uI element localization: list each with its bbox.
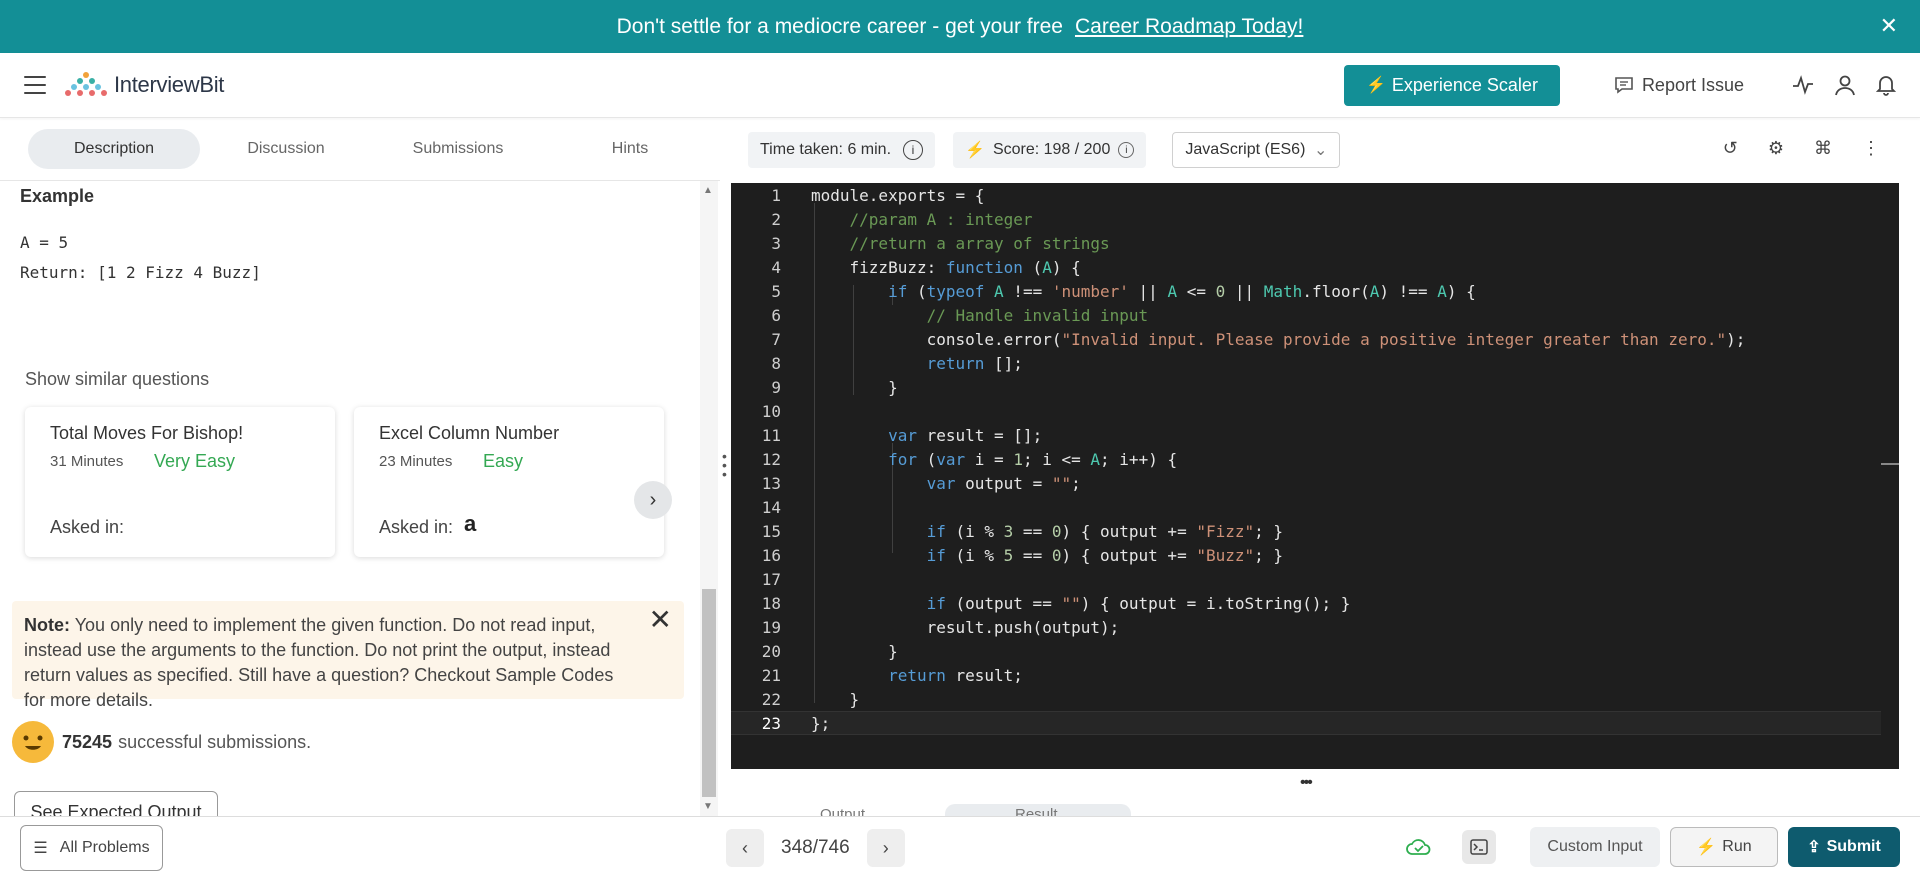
next-problem-button[interactable]: › <box>866 829 905 867</box>
output-resize-handle[interactable]: ••• <box>1300 774 1313 792</box>
career-roadmap-link[interactable]: Career Roadmap Today! <box>1075 15 1303 39</box>
editor-toolbar: Time taken: 6 min. i ⚡ Score: 198 / 200 … <box>730 118 1920 182</box>
code-editor[interactable]: 1 module.exports = { 2 //param A : intege… <box>731 183 1899 769</box>
example-input: A = 5 <box>20 233 69 252</box>
submission-label: successful submissions. <box>118 731 312 752</box>
similar-questions-label: Show similar questions <box>25 369 210 389</box>
tab-hints[interactable]: Hints <box>544 129 716 169</box>
run-button[interactable]: ⚡ Run <box>1670 827 1778 867</box>
similar-question-card[interactable]: Total Moves For Bishop! 31 Minutes Very … <box>25 407 335 557</box>
note-text: You only need to implement the given fun… <box>24 615 614 710</box>
list-icon: ☰ <box>33 840 48 857</box>
hamburger-menu-icon[interactable] <box>24 76 46 94</box>
tab-description[interactable]: Description <box>28 129 200 169</box>
interviewbit-logo[interactable]: InterviewBit <box>64 71 224 99</box>
time-taken: Time taken: 6 min. i <box>748 132 936 168</box>
custom-input-button[interactable]: Custom Input <box>1530 827 1660 867</box>
score: ⚡ Score: 198 / 200 i <box>953 132 1147 168</box>
example-output: Return: [1 2 Fizz 4 Buzz] <box>20 263 261 282</box>
example-title: Example <box>20 186 95 206</box>
experience-scaler-label: Experience Scaler <box>1391 74 1538 95</box>
bolt-icon: ⚡ <box>965 142 985 159</box>
problem-tabs: Description Discussion Submissions Hints <box>0 118 720 181</box>
problem-panel: Description Discussion Submissions Hints… <box>0 118 720 816</box>
carousel-next-button[interactable]: › <box>634 481 672 519</box>
tab-submissions[interactable]: Submissions <box>372 129 544 169</box>
time-taken-text: Time taken: 6 min. <box>760 141 892 158</box>
note-close-icon[interactable]: ✕ <box>649 606 672 634</box>
bolt-icon: ⚡ <box>1365 77 1386 94</box>
run-label: Run <box>1722 838 1752 855</box>
more-options-icon[interactable]: ⋮ <box>1862 138 1880 159</box>
amazon-logo-icon: a <box>464 511 477 536</box>
editor-actions: ↺ ⚙ ⌘ ⋮ <box>1693 138 1880 159</box>
card-asked-in: Asked in: <box>379 517 454 537</box>
success-count: 75245 successful submissions. <box>12 721 311 763</box>
score-info-icon[interactable]: i <box>1118 142 1135 158</box>
bolt-icon: ⚡ <box>1696 839 1717 856</box>
keyboard-shortcuts-icon[interactable]: ⌘ <box>1814 138 1832 159</box>
language-select[interactable]: JavaScript (ES6) ⌄ <box>1172 132 1341 168</box>
see-expected-output-button[interactable]: See Expected Output <box>14 791 218 816</box>
activity-icon[interactable] <box>1792 75 1814 95</box>
prev-problem-button[interactable]: ‹ <box>726 829 764 867</box>
output-panel-tabs: ••• Output Result <box>730 770 1898 824</box>
logo-text: InterviewBit <box>114 72 225 97</box>
all-problems-label: All Problems <box>59 839 150 856</box>
cloud-saved-icon <box>1406 837 1432 857</box>
card-time: 31 Minutes <box>50 453 124 470</box>
user-profile-icon[interactable] <box>1834 74 1856 96</box>
similar-question-card[interactable]: Excel Column Number 23 Minutes Easy Aske… <box>354 407 664 557</box>
submit-button[interactable]: ⇪ Submit <box>1788 827 1900 867</box>
language-value: JavaScript (ES6) <box>1185 141 1306 158</box>
banner-text: Don't settle for a mediocre career - get… <box>616 14 1063 38</box>
logo-mark-icon <box>65 72 107 96</box>
problem-content[interactable]: Example A = 5 Return: [1 2 Fizz 4 Buzz] … <box>0 181 700 816</box>
card-title: Excel Column Number <box>379 423 560 443</box>
chevron-down-icon: ⌄ <box>1313 142 1328 159</box>
note-label: Note: <box>24 615 70 635</box>
all-problems-button[interactable]: ☰ All Problems <box>20 825 163 871</box>
card-time: 23 Minutes <box>379 453 453 470</box>
editor-scrollbar[interactable] <box>1881 183 1899 769</box>
experience-scaler-button[interactable]: ⚡ Experience Scaler <box>1343 64 1560 106</box>
report-issue-button[interactable]: Report Issue <box>1614 75 1744 96</box>
info-icon[interactable]: i <box>903 140 924 160</box>
promo-banner: Don't settle for a mediocre career - get… <box>0 0 1920 53</box>
settings-icon[interactable]: ⚙ <box>1768 138 1784 159</box>
bottom-bar: ☰ All Problems ‹ 348/746 › Custom Input … <box>0 816 1920 880</box>
score-text: Score: 198 / 200 <box>992 141 1111 158</box>
reset-code-icon[interactable]: ↺ <box>1723 138 1738 159</box>
notification-bell-icon[interactable] <box>1876 74 1896 96</box>
card-asked-in: Asked in: <box>50 517 125 537</box>
submit-label: Submit <box>1826 838 1881 855</box>
editor-panel: Time taken: 6 min. i ⚡ Score: 198 / 200 … <box>730 118 1920 824</box>
card-difficulty: Very Easy <box>154 451 236 471</box>
submission-count: 75245 <box>62 731 113 752</box>
card-title: Total Moves For Bishop! <box>50 423 244 443</box>
terminal-icon[interactable] <box>1462 830 1496 864</box>
note-box: Note: You only need to implement the giv… <box>12 601 684 710</box>
left-scrollbar[interactable]: ▲ ▼ <box>700 181 718 816</box>
smiley-emoji-icon <box>12 721 54 763</box>
card-difficulty: Easy <box>483 451 524 471</box>
top-header: InterviewBit ⚡ Experience Scaler Report … <box>0 53 1920 118</box>
page-indicator: 348/746 <box>781 837 850 858</box>
banner-close-icon[interactable]: ✕ <box>1880 13 1898 39</box>
upload-icon: ⇪ <box>1807 839 1821 856</box>
panel-resize-handle[interactable]: • • • <box>722 449 728 481</box>
problem-pager: ‹ 348/746 › <box>726 829 905 867</box>
chat-bubble-icon <box>1615 77 1633 94</box>
tab-discussion[interactable]: Discussion <box>200 129 372 169</box>
report-issue-label: Report Issue <box>1641 74 1744 95</box>
